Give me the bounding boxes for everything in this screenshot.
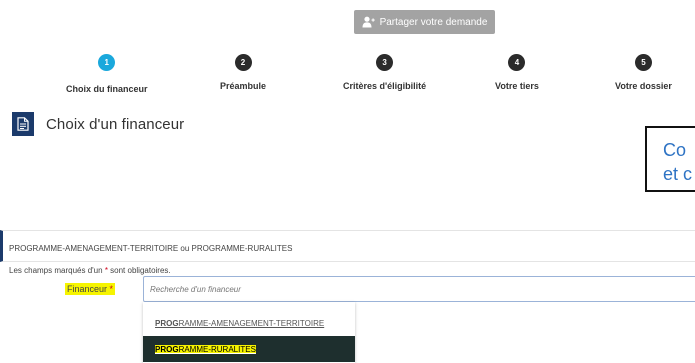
financeur-search-input[interactable]	[143, 276, 695, 302]
required-note-suffix: sont obligatoires.	[107, 266, 171, 275]
option-programme-ruralites[interactable]: PROG RAMME-RURALITES	[143, 336, 355, 362]
step-label: Votre dossier	[615, 81, 672, 91]
required-fields-note: Les champs marqués d'un * sont obligatoi…	[9, 266, 171, 275]
financeur-suggestions-dropdown: PROG RAMME-AMENAGEMENT-TERRITOIRE PROG RAM…	[143, 302, 355, 363]
required-note-prefix: Les champs marqués d'un	[9, 266, 105, 275]
page: Partager votre demande 1 Choix du financ…	[0, 0, 695, 363]
option-match: PROG	[155, 318, 179, 328]
step-number: 5	[634, 54, 652, 71]
callout-line: Co	[663, 140, 687, 160]
share-request-button[interactable]: Partager votre demande	[354, 10, 495, 34]
step-preambule[interactable]: 2 Préambule	[220, 54, 266, 91]
financeur-label: Financeur *	[65, 283, 116, 295]
required-star: *	[109, 284, 114, 294]
step-criteres-eligibilite[interactable]: 3 Critères d'éligibilité	[343, 54, 426, 91]
step-label: Préambule	[220, 81, 267, 91]
option-programme-amenagement-territoire[interactable]: PROG RAMME-AMENAGEMENT-TERRITOIRE	[143, 310, 355, 336]
step-number: 4	[508, 54, 526, 71]
share-request-label: Partager votre demande	[379, 16, 488, 28]
info-programs-text: PROGRAMME-AMENAGEMENT-TERRITOIRE ou PROG…	[9, 244, 293, 253]
option-match: PROG	[155, 344, 179, 354]
document-icon	[12, 112, 34, 136]
option-rest: RAMME-RURALITES	[178, 344, 256, 354]
step-votre-dossier[interactable]: 5 Votre dossier	[615, 54, 672, 91]
annotation-callout: Co et c	[645, 126, 695, 192]
step-label: Votre tiers	[495, 81, 539, 91]
add-user-icon	[362, 16, 375, 28]
step-number: 1	[98, 54, 116, 71]
step-number: 2	[234, 54, 252, 71]
step-label: Critères d'éligibilité	[343, 81, 427, 91]
step-number: 3	[376, 54, 394, 71]
step-label: Choix du financeur	[66, 84, 148, 94]
section-title: Choix d'un financeur	[12, 112, 184, 136]
step-votre-tiers[interactable]: 4 Votre tiers	[495, 54, 539, 91]
page-title: Choix d'un financeur	[46, 115, 185, 133]
option-rest: RAMME-AMENAGEMENT-TERRITOIRE	[178, 318, 325, 328]
step-choix-financeur[interactable]: 1 Choix du financeur	[66, 54, 148, 94]
callout-line: et c	[663, 164, 693, 184]
financeur-label-text: Financeur	[67, 284, 108, 294]
